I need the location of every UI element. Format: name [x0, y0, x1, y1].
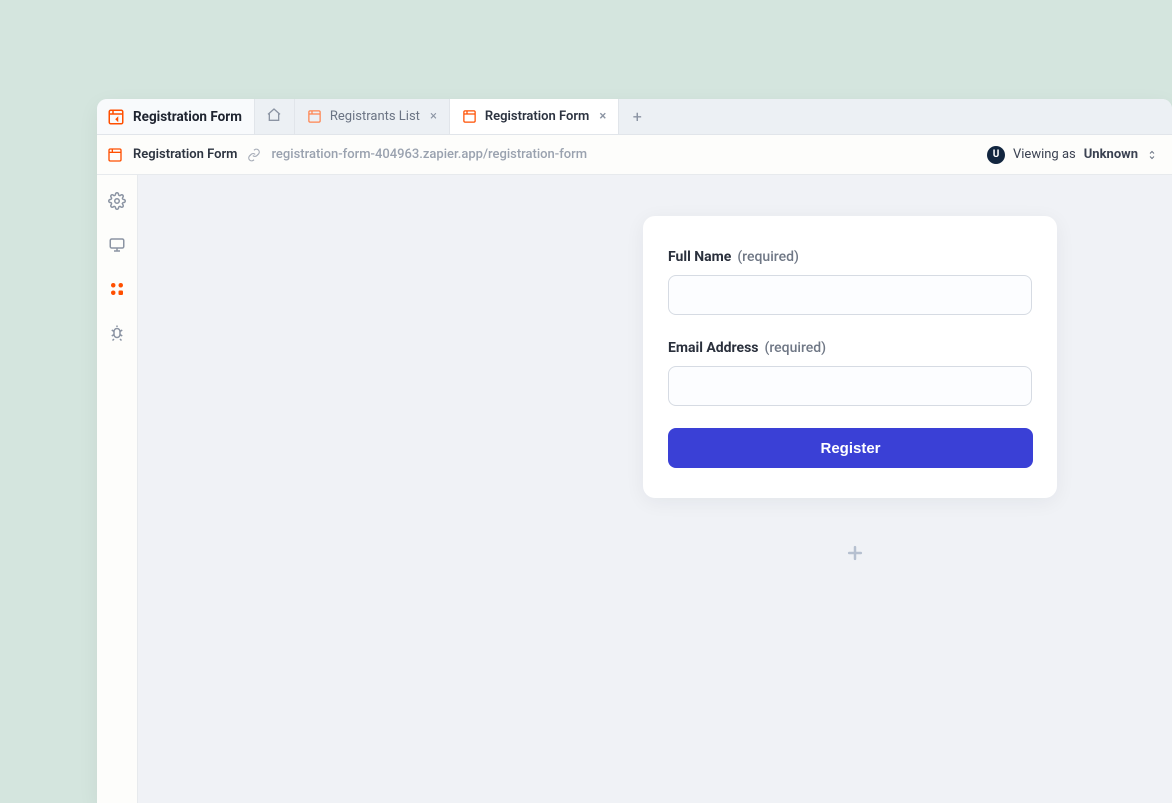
components-icon	[108, 280, 126, 302]
tab-registrants-list[interactable]: Registrants List ×	[295, 99, 450, 134]
field-label: Email Address (required)	[668, 340, 826, 356]
gear-icon	[108, 192, 126, 214]
field-full-name: Full Name (required)	[668, 246, 1032, 315]
viewing-prefix: Viewing as	[1013, 147, 1076, 162]
plus-icon	[845, 543, 865, 567]
bug-icon	[108, 324, 126, 346]
form-card: Full Name (required) Email Address (requ…	[643, 216, 1057, 498]
toolbar: Registration Form registration-form-4049…	[97, 135, 1172, 175]
full-name-input[interactable]	[668, 275, 1032, 315]
app-window: Registration Form Registrants List ×	[97, 99, 1172, 803]
app-icon	[107, 108, 125, 126]
viewing-as[interactable]: U Viewing as Unknown	[987, 146, 1158, 164]
link-icon	[247, 148, 261, 162]
viewing-who: Unknown	[1084, 147, 1138, 162]
plus-icon: +	[633, 107, 642, 126]
tab-label: Registration Form	[485, 109, 589, 124]
add-block-button[interactable]	[843, 543, 867, 567]
rail-components[interactable]	[107, 281, 127, 301]
sidebar-rail	[97, 175, 138, 803]
rail-desktop[interactable]	[107, 237, 127, 257]
body: Full Name (required) Email Address (requ…	[97, 175, 1172, 803]
canvas[interactable]: Full Name (required) Email Address (requ…	[138, 175, 1172, 803]
page-icon	[107, 147, 123, 163]
label-text: Full Name	[668, 249, 731, 265]
updown-icon	[1146, 148, 1158, 162]
rail-settings[interactable]	[107, 193, 127, 213]
required-label: (required)	[765, 340, 827, 356]
breadcrumb-title: Registration Form	[133, 147, 237, 162]
new-tab-button[interactable]: +	[619, 99, 655, 134]
tab-strip: Registration Form Registrants List ×	[97, 99, 1172, 135]
monitor-icon	[108, 236, 126, 258]
avatar: U	[987, 146, 1005, 164]
tab-registration-form[interactable]: Registration Form ×	[450, 99, 619, 134]
close-icon[interactable]: ×	[428, 108, 439, 125]
required-label: (required)	[737, 249, 799, 265]
rail-debug[interactable]	[107, 325, 127, 345]
tab-label: Registrants List	[330, 109, 420, 124]
field-email: Email Address (required)	[668, 337, 1032, 406]
app-tab: Registration Form	[97, 99, 255, 134]
register-button[interactable]: Register	[668, 428, 1033, 468]
home-icon	[266, 107, 282, 127]
label-text: Email Address	[668, 340, 759, 356]
page-icon	[307, 109, 322, 124]
email-input[interactable]	[668, 366, 1032, 406]
field-label: Full Name (required)	[668, 249, 799, 265]
close-icon[interactable]: ×	[597, 108, 608, 125]
breadcrumb-url[interactable]: registration-form-404963.zapier.app/regi…	[271, 147, 587, 162]
page-icon	[462, 109, 477, 124]
home-tab[interactable]	[255, 99, 295, 134]
app-title: Registration Form	[133, 109, 242, 125]
